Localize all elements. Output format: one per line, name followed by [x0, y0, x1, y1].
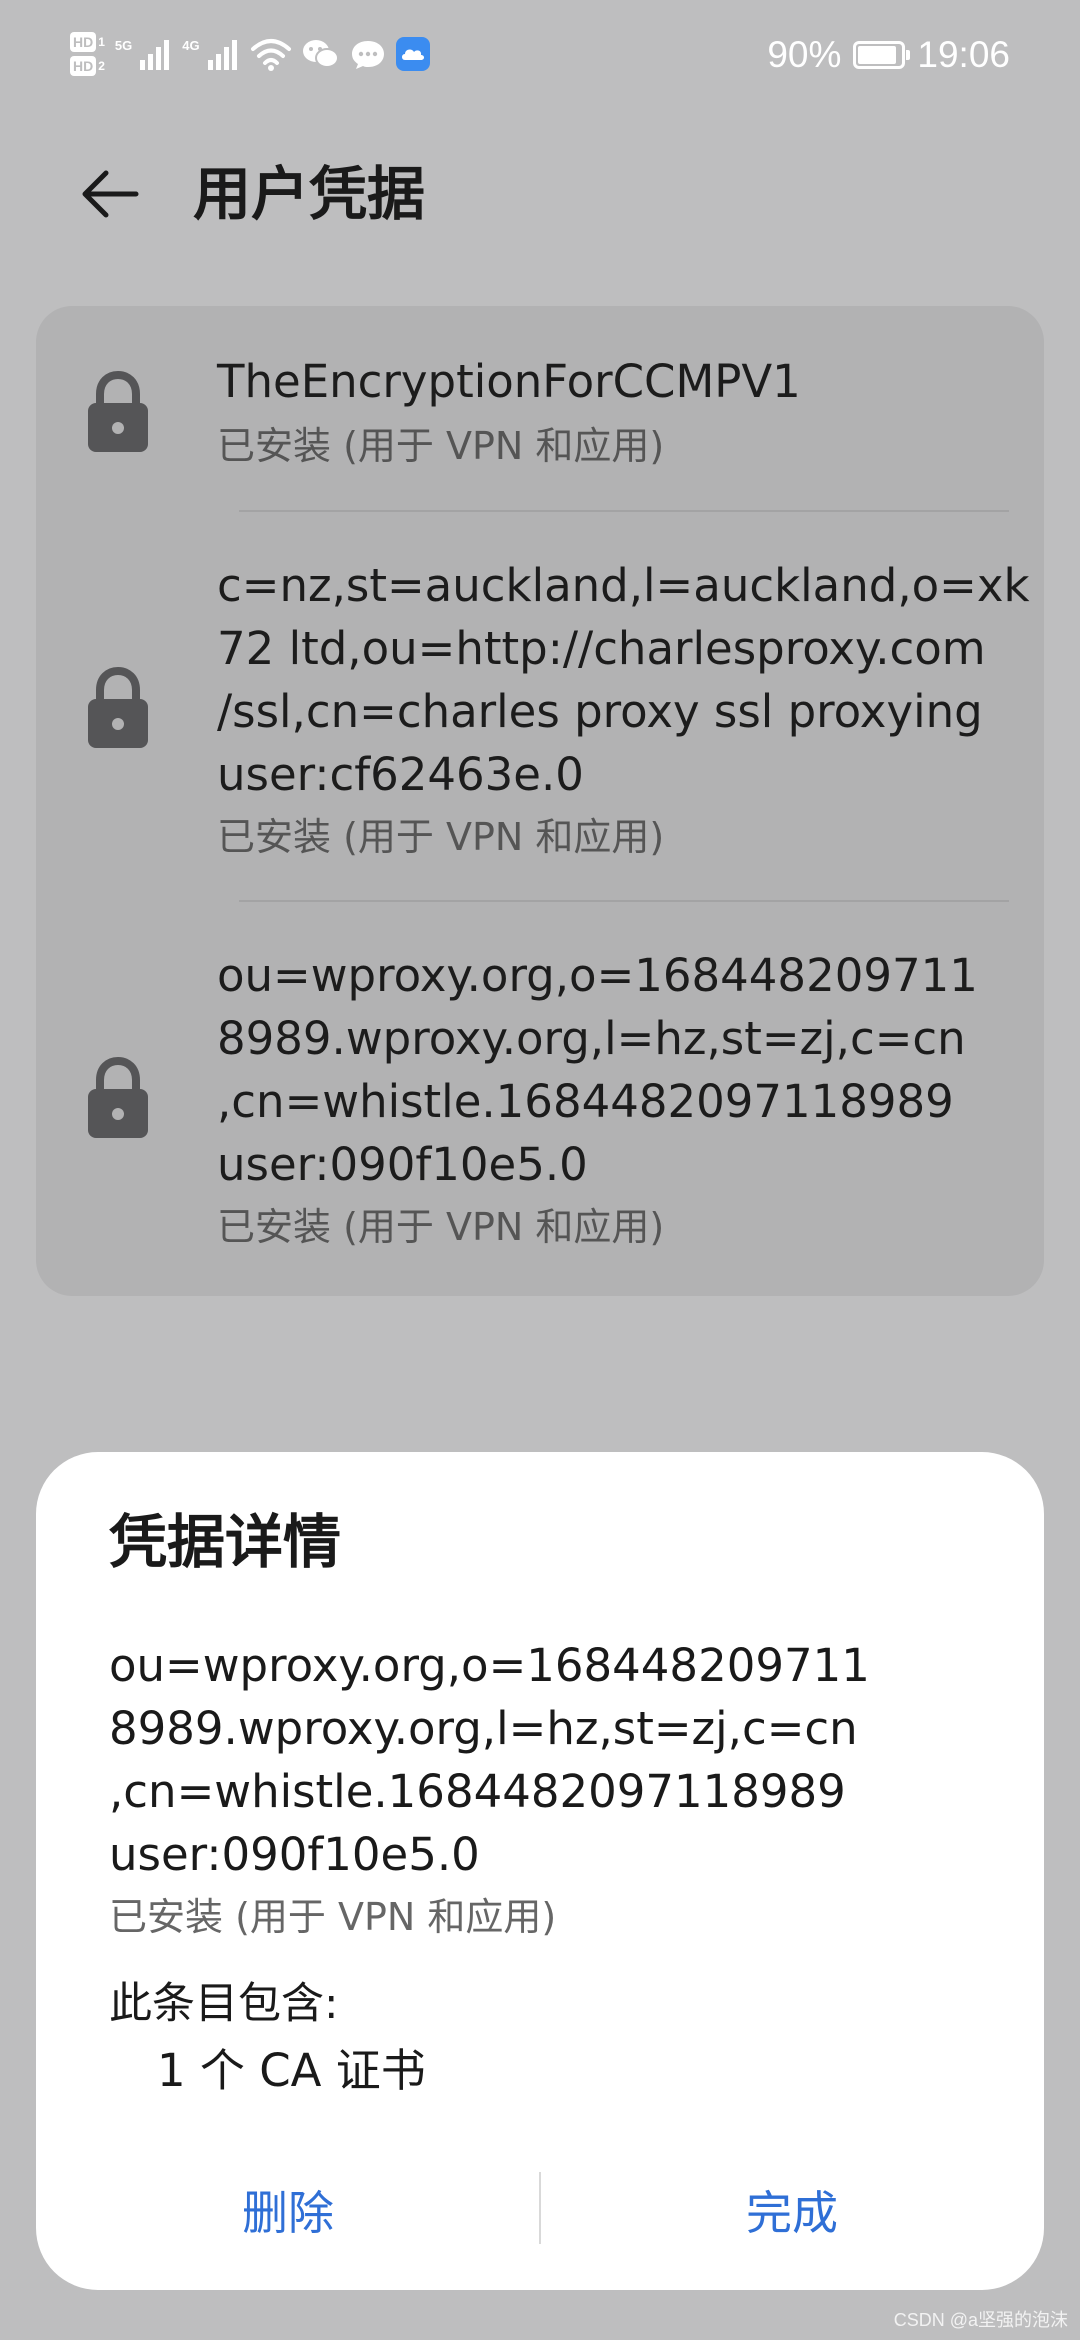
done-button[interactable]: 完成: [540, 2170, 1044, 2250]
clock-time: 19:06: [917, 34, 1010, 75]
lock-icon: [88, 666, 148, 748]
chat-icon: [351, 41, 384, 69]
delete-button[interactable]: 删除: [36, 2170, 540, 2250]
credential-name: TheEncryptionForCCMPV1: [217, 355, 801, 408]
hd-label: HD: [70, 32, 97, 52]
credential-item[interactable]: c=nz,st=auckland,l=auckland,o=xk 72 ltd,…: [36, 512, 1044, 900]
lock-icon: [88, 370, 148, 452]
watermark: CSDN @a坚强的泡沫: [893, 2310, 1068, 2330]
hd-number: 2: [98, 59, 105, 73]
wifi-icon: [250, 39, 291, 71]
signal-icon: [140, 40, 170, 70]
hd-badges: HD 1 HD 2: [70, 32, 105, 76]
credential-status: 已安装 (用于 VPN 和应用): [217, 1205, 665, 1249]
credential-status: 已安装 (用于 VPN 和应用): [217, 815, 665, 859]
dialog-contains-label: 此条目包含:: [109, 1979, 339, 2029]
lock-icon: [88, 1056, 148, 1138]
back-arrow-icon: [82, 170, 139, 218]
network-type-label: 5G: [114, 38, 133, 53]
credential-name: ou=wproxy.org,o=168448209711 8989.wproxy…: [217, 949, 978, 1191]
credential-details-dialog: 凭据详情 ou=wproxy.org,o=168448209711 8989.w…: [36, 1452, 1044, 2290]
back-button[interactable]: [70, 154, 150, 234]
hd-label: HD: [70, 56, 97, 76]
status-right: 90% 19:06: [767, 34, 1010, 76]
dialog-contains-value: 1 个 CA 证书: [157, 2044, 426, 2097]
battery-fill: [858, 46, 896, 64]
credential-name: c=nz,st=auckland,l=auckland,o=xk 72 ltd,…: [217, 559, 1030, 801]
hd-badge-1: HD 1: [70, 32, 105, 52]
app-header: 用户凭据: [0, 130, 1080, 250]
dialog-credential-status: 已安装 (用于 VPN 和应用): [109, 1895, 557, 1939]
signal-icon: [207, 40, 237, 70]
battery-percent: 90%: [767, 34, 842, 75]
dialog-title: 凭据详情: [109, 1508, 342, 1576]
wechat-icon: [302, 40, 339, 68]
network-type-label: 4G: [182, 38, 200, 53]
hd-number: 1: [98, 35, 105, 49]
credential-item[interactable]: ou=wproxy.org,o=168448209711 8989.wproxy…: [36, 902, 1044, 1296]
credentials-list: TheEncryptionForCCMPV1 已安装 (用于 VPN 和应用) …: [36, 306, 1044, 1296]
credential-item[interactable]: TheEncryptionForCCMPV1 已安装 (用于 VPN 和应用): [36, 306, 1044, 511]
credential-status: 已安装 (用于 VPN 和应用): [217, 424, 665, 468]
dialog-credential-name: ou=wproxy.org,o=168448209711 8989.wproxy…: [109, 1639, 870, 1881]
cloud-icon: [395, 37, 430, 71]
battery-icon: [853, 41, 911, 69]
status-left-icons: HD 1 HD 2 5G 4G: [70, 32, 430, 76]
status-bar: HD 1 HD 2 5G 4G 90% 19:06: [0, 0, 1080, 120]
page-title: 用户凭据: [193, 160, 426, 228]
hd-badge-2: HD 2: [70, 56, 105, 76]
